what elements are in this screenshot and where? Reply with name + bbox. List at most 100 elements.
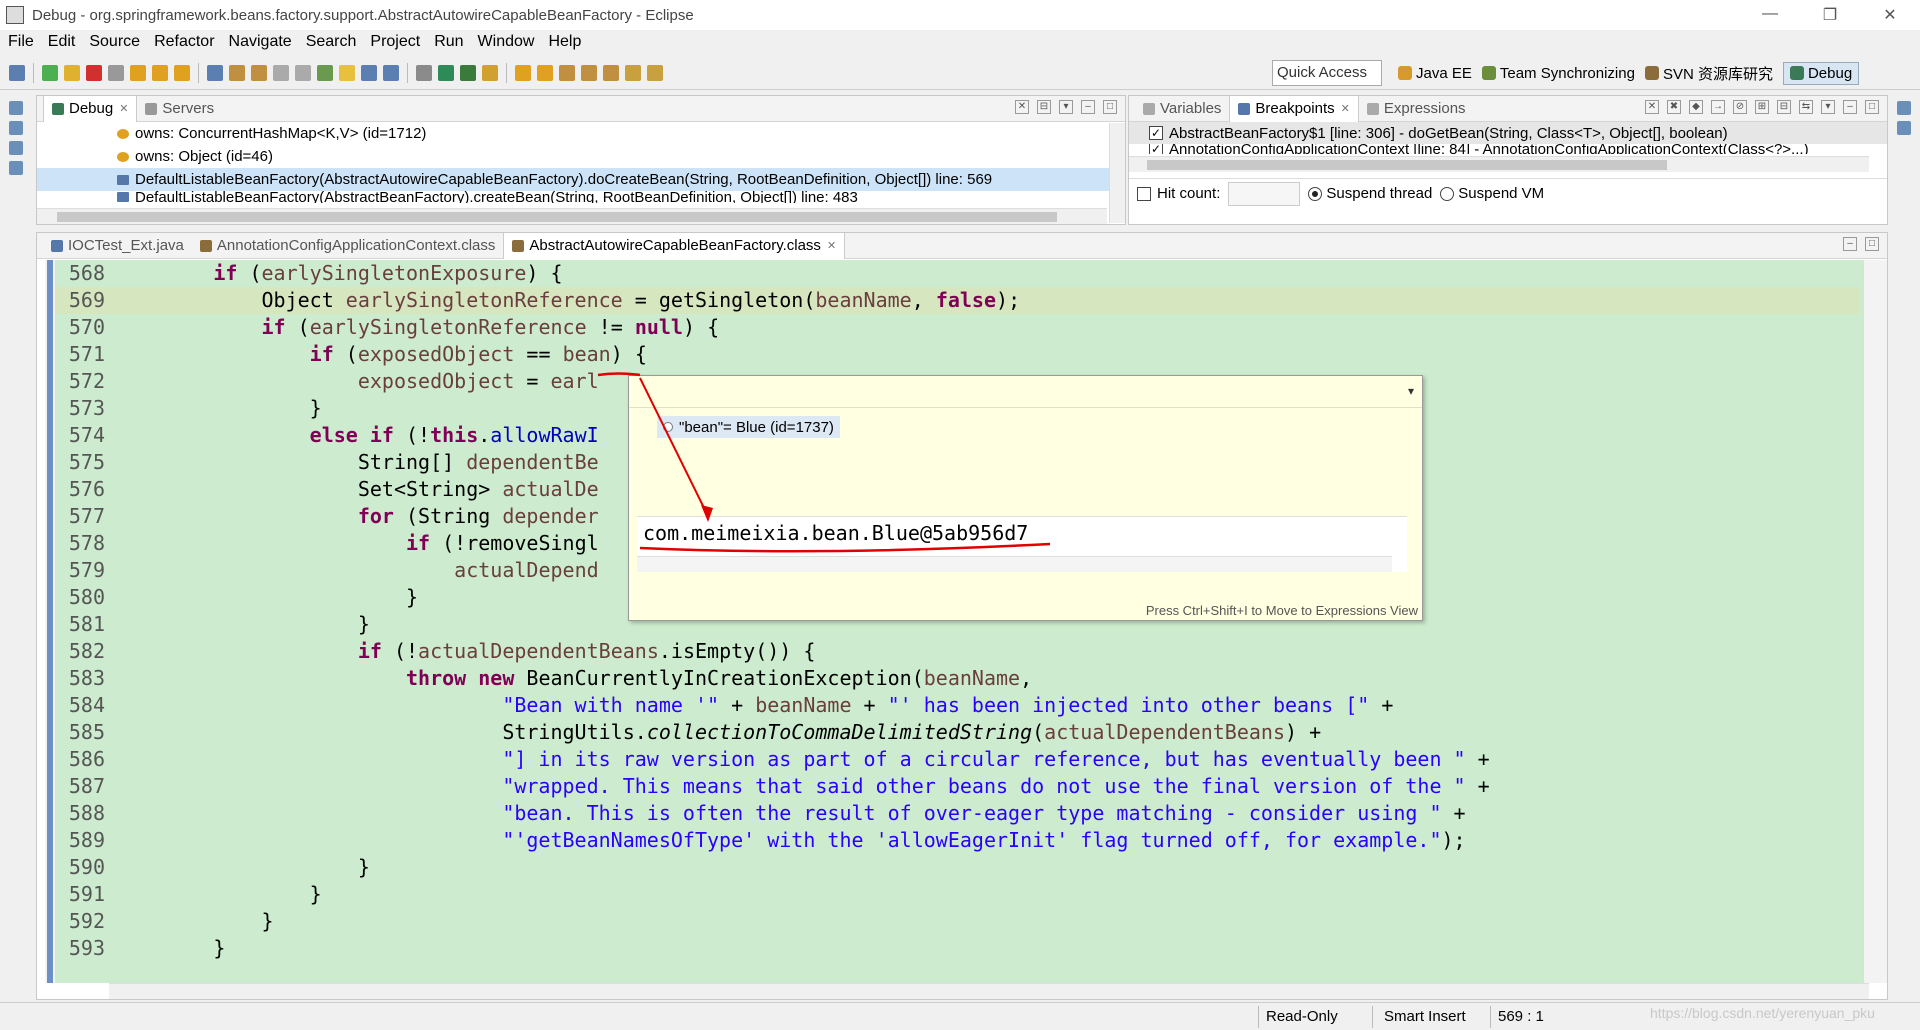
tab-annotation-config[interactable]: AnnotationConfigApplicationContext.class <box>192 233 504 259</box>
new-icon[interactable] <box>229 64 245 81</box>
quick-access-field[interactable]: Quick Access <box>1272 60 1382 86</box>
tab-servers[interactable]: Servers <box>137 96 222 122</box>
perspective-java-ee[interactable]: Java EE <box>1398 65 1472 82</box>
vertical-scrollbar[interactable] <box>1109 123 1125 223</box>
menu-source[interactable]: Source <box>89 33 140 51</box>
restore-button[interactable]: ❐ <box>1800 5 1860 25</box>
close-icon[interactable]: ✕ <box>1341 102 1350 115</box>
outline-icon[interactable] <box>9 161 23 175</box>
remove-breakpoint-icon[interactable]: ✕ <box>1645 100 1659 114</box>
menu-window[interactable]: Window <box>478 33 535 51</box>
editor-horizontal-scrollbar[interactable] <box>109 983 1869 999</box>
code-line[interactable]: 585 StringUtils.collectionToCommaDelimit… <box>55 719 1859 746</box>
tab-ioctest-ext[interactable]: IOCTest_Ext.java <box>43 233 192 259</box>
scrollbar-thumb[interactable] <box>57 212 1057 222</box>
maximize-view-icon[interactable]: □ <box>1865 237 1879 251</box>
suspend-vm-radio[interactable] <box>1440 186 1455 201</box>
breakpoint-checkbox[interactable]: ✓ <box>1149 126 1163 140</box>
inspect-popup[interactable]: ▾ "bean"= Blue (id=1737) com.meimeixia.b… <box>628 375 1423 621</box>
link-icon[interactable]: ⇆ <box>1799 100 1813 114</box>
minimize-button[interactable]: — <box>1740 5 1800 25</box>
run-dropdown-icon[interactable] <box>460 64 476 81</box>
pin-icon[interactable] <box>317 64 333 81</box>
suspend-icon[interactable] <box>64 64 80 81</box>
maximize-view-icon[interactable]: □ <box>1103 100 1117 114</box>
skip-all-icon[interactable]: ⊘ <box>1733 100 1747 114</box>
search-tool-icon[interactable] <box>559 64 575 81</box>
show-supported-icon[interactable]: ◆ <box>1689 100 1703 114</box>
folder-icon[interactable] <box>537 64 553 81</box>
tab-expressions[interactable]: Expressions <box>1359 96 1474 122</box>
remove-all-icon[interactable]: ✖ <box>1667 100 1681 114</box>
menu-edit[interactable]: Edit <box>48 33 76 51</box>
collapse-all-icon[interactable]: ⊟ <box>1777 100 1791 114</box>
overview-ruler[interactable] <box>1863 260 1887 983</box>
suspend-thread-radio[interactable] <box>1308 186 1323 201</box>
value-detail-pane[interactable]: com.meimeixia.bean.Blue@5ab956d7 <box>637 516 1407 572</box>
code-line[interactable]: 588 "bean. This is often the result of o… <box>55 800 1859 827</box>
perspective-team-sync[interactable]: Team Synchronizing <box>1481 65 1635 82</box>
disconnect-icon[interactable] <box>108 64 124 81</box>
menu-help[interactable]: Help <box>548 33 581 51</box>
annotation-next-icon[interactable] <box>581 64 597 81</box>
maximize-view-icon[interactable]: □ <box>1865 100 1879 114</box>
detail-scrollbar[interactable] <box>637 556 1392 572</box>
forward-icon[interactable] <box>647 64 663 81</box>
tab-abstract-autowire[interactable]: AbstractAutowireCapableBeanFactory.class… <box>503 232 846 259</box>
code-line[interactable]: 591 } <box>55 881 1859 908</box>
resume-icon[interactable] <box>42 64 58 81</box>
code-line[interactable]: 590 } <box>55 854 1859 881</box>
go-to-file-icon[interactable]: → <box>1711 100 1725 114</box>
code-line[interactable]: 584 "Bean with name '" + beanName + "' h… <box>55 692 1859 719</box>
code-line[interactable]: 568 if (earlySingletonExposure) { <box>55 260 1859 287</box>
tab-breakpoints[interactable]: Breakpoints ✕ <box>1229 95 1359 122</box>
close-icon[interactable]: ✕ <box>119 102 128 115</box>
view-menu-icon[interactable]: ▾ <box>1059 100 1073 114</box>
tab-debug[interactable]: Debug ✕ <box>43 95 138 122</box>
perspective-svn[interactable]: SVN 资源库研究 <box>1644 63 1773 84</box>
breakpoint-row[interactable]: ✓ AbstractBeanFactory$1 [line: 306] - do… <box>1129 122 1887 144</box>
horizontal-scrollbar[interactable] <box>37 208 1107 224</box>
highlight-icon[interactable] <box>339 64 355 81</box>
menu-refactor[interactable]: Refactor <box>154 33 214 51</box>
menu-file[interactable]: File <box>8 33 34 51</box>
use-step-filters-icon[interactable] <box>207 64 223 81</box>
external-tools-icon[interactable] <box>482 64 498 81</box>
close-button[interactable]: ✕ <box>1860 5 1920 25</box>
close-icon[interactable]: ✕ <box>827 239 836 252</box>
code-line[interactable]: 586 "] in its raw version as part of a c… <box>55 746 1859 773</box>
view-menu-icon[interactable]: ▾ <box>1821 100 1835 114</box>
history-icon[interactable] <box>9 141 23 155</box>
open-folder-icon[interactable] <box>515 64 531 81</box>
restore-icon[interactable] <box>1897 101 1911 115</box>
debug-config-icon[interactable] <box>416 64 432 81</box>
step-return-icon[interactable] <box>174 64 190 81</box>
new-dropdown-icon[interactable] <box>251 64 267 81</box>
tab-variables[interactable]: Variables <box>1135 96 1229 122</box>
code-line[interactable]: 583 throw new BeanCurrentlyInCreationExc… <box>55 665 1859 692</box>
perspective-debug[interactable]: Debug <box>1782 61 1860 85</box>
annotation-prev-icon[interactable] <box>603 64 619 81</box>
code-line[interactable]: 582 if (!actualDependentBeans.isEmpty())… <box>55 638 1859 665</box>
menu-project[interactable]: Project <box>370 33 420 51</box>
minimize-view-icon[interactable]: – <box>1081 100 1095 114</box>
hit-count-input[interactable] <box>1228 181 1301 206</box>
breakpoint-row[interactable]: ✓ AnnotationConfigApplicationContext [li… <box>1129 144 1887 154</box>
stack-row[interactable]: DefaultListableBeanFactory(AbstractBeanF… <box>37 191 1125 203</box>
back-icon[interactable] <box>625 64 641 81</box>
stack-row-selected[interactable]: DefaultListableBeanFactory(AbstractAutow… <box>37 168 1125 191</box>
open-type-icon[interactable] <box>273 64 289 81</box>
collapse-icon[interactable]: ⊟ <box>1037 100 1051 114</box>
scrollbar-thumb[interactable] <box>1147 160 1667 170</box>
code-line[interactable]: 593 } <box>55 935 1859 962</box>
horizontal-scrollbar[interactable] <box>1129 156 1869 172</box>
terminate-icon[interactable] <box>86 64 102 81</box>
breakpoint-checkbox[interactable]: ✓ <box>1149 144 1163 154</box>
toggle-icon[interactable] <box>361 64 377 81</box>
code-line[interactable]: 570 if (earlySingletonReference != null)… <box>55 314 1859 341</box>
current-instruction-line[interactable]: 569 Object earlySingletonReference = get… <box>55 287 1859 314</box>
variable-node[interactable]: "bean"= Blue (id=1737) <box>657 416 840 438</box>
outline-view-icon[interactable] <box>1897 121 1911 135</box>
expand-all-icon[interactable]: ⊞ <box>1755 100 1769 114</box>
stack-row[interactable]: owns: Object (id=46) <box>37 145 1125 168</box>
